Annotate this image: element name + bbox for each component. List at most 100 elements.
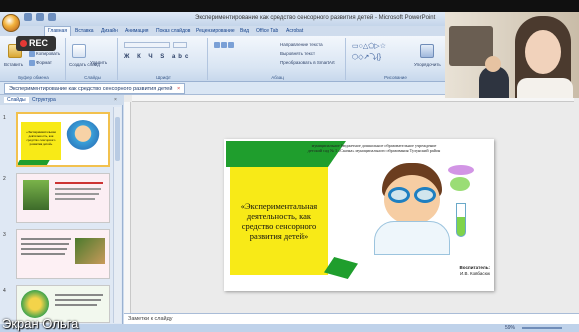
zoom-level[interactable]: 59% — [505, 325, 515, 331]
text-line — [21, 238, 71, 240]
pane-tabs: Слайды Структура × — [0, 95, 123, 105]
tab-view[interactable]: Вид — [240, 28, 249, 34]
tab-acrobat[interactable]: Acrobat — [286, 28, 303, 34]
thumbnail-title: «Экспериментальная деятельность, как сре… — [21, 122, 61, 160]
scientist-boy-illustration — [360, 163, 484, 255]
status-bar: 59% — [0, 324, 579, 332]
arrange-icon[interactable] — [420, 44, 434, 58]
new-slide-icon[interactable] — [72, 44, 86, 58]
window-title: Экспериментирование как средство сенсорн… — [195, 15, 436, 21]
close-tab-icon[interactable]: × — [177, 86, 180, 92]
thumbnail-slide-2[interactable] — [16, 173, 110, 223]
close-pane-icon[interactable]: × — [114, 97, 117, 103]
arrange-button[interactable]: Упорядочить — [414, 62, 441, 67]
tab-outline[interactable]: Структура — [32, 97, 56, 103]
participant-1-face — [485, 56, 501, 72]
recording-indicator: REC — [16, 36, 56, 51]
text-line — [21, 253, 65, 255]
align-text-button[interactable]: Выровнять текст — [280, 51, 315, 56]
font-family-select[interactable] — [124, 42, 170, 48]
paragraph-group: Направление текста Выровнять текст Преоб… — [210, 38, 346, 80]
record-dot-icon — [20, 40, 27, 47]
thumbnail-slide-3[interactable] — [16, 229, 110, 279]
text-line — [21, 243, 69, 245]
tab-slides[interactable]: Слайды — [4, 97, 29, 103]
bullets-icon — [214, 42, 220, 48]
lab-coat — [374, 221, 450, 255]
text-line — [55, 193, 99, 195]
copy-icon — [29, 51, 35, 57]
webcam-overlay — [445, 12, 579, 98]
tab-insert[interactable]: Вставка — [75, 28, 94, 34]
paste-button[interactable]: Вставить — [4, 62, 23, 67]
participant-2-face — [525, 30, 561, 74]
caregiver-name: И.В. Ковбасюк — [459, 271, 490, 276]
tab-home[interactable]: Главная — [44, 26, 72, 36]
tab-animation[interactable]: Анимация — [125, 28, 148, 34]
thumbnail-number: 2 — [3, 176, 6, 182]
slides-pane-scrollbar[interactable] — [113, 107, 121, 323]
thumbnail-number: 3 — [3, 232, 6, 238]
slide-header: муниципальное бюджетное дошкольное образ… — [294, 143, 454, 153]
text-line — [55, 188, 101, 190]
slides-pane: Слайды Структура × 1 «Экспериментальная … — [0, 95, 123, 324]
screen-owner-caption: Экран Ольга — [2, 316, 79, 331]
undo-icon[interactable] — [36, 13, 44, 21]
smartart-button[interactable]: Преобразовать в SmartArt — [280, 60, 335, 65]
indent-icon — [228, 42, 234, 48]
slide-editing-area: муниципальное бюджетное дошкольное образ… — [124, 95, 579, 313]
vertical-ruler — [124, 102, 131, 313]
redo-icon[interactable] — [48, 13, 56, 21]
notes-pane[interactable]: Заметки к слайду — [124, 313, 579, 324]
left-goggle — [388, 187, 410, 203]
shapes-gallery-row2[interactable]: ⬡◇↗⤵{} — [352, 52, 381, 62]
text-direction-button[interactable]: Направление текста — [280, 42, 323, 47]
text-line — [55, 198, 95, 200]
thumbnail-slide-1[interactable]: «Экспериментальная деятельность, как сре… — [16, 112, 110, 167]
copy-button[interactable]: Копировать — [29, 51, 60, 57]
text-line — [55, 182, 103, 184]
drawing-group-label: Рисование — [384, 75, 407, 80]
tab-office-tab[interactable]: Office Tab — [256, 28, 278, 34]
font-group-label: Шрифт — [156, 75, 171, 80]
test-tube — [456, 203, 466, 237]
scientist-boy-image — [66, 120, 100, 154]
font-size-select[interactable] — [173, 42, 187, 48]
tab-slideshow[interactable]: Показ слайдов — [156, 28, 190, 34]
font-style-buttons[interactable]: Ж К Ч S abc — [124, 54, 191, 60]
font-group: Ж К Ч S abc Шрифт — [120, 38, 208, 80]
document-tab-label: Экспериментирование как средство сенсорн… — [9, 86, 173, 92]
right-goggle — [414, 187, 436, 203]
scroll-thumb[interactable] — [115, 117, 120, 161]
text-line — [55, 294, 103, 296]
save-icon[interactable] — [24, 13, 32, 21]
notes-placeholder: Заметки к слайду — [128, 316, 173, 322]
slide-header-line2: детский сад № 1 «Сказка» муниципального … — [307, 148, 441, 153]
shapes-gallery[interactable]: ▭○△⬠▷☆ — [352, 42, 386, 50]
drawing-group: ▭○△⬠▷☆ ⬡◇↗⤵{} Упорядочить Рисование — [348, 38, 443, 80]
numbering-icon — [221, 42, 227, 48]
quick-access-toolbar — [24, 13, 56, 21]
tab-design[interactable]: Дизайн — [101, 28, 118, 34]
tab-review[interactable]: Рецензирование — [196, 28, 235, 34]
slides-group: Создать слайд Удалить Слайды — [68, 38, 118, 80]
paragraph-group-label: Абзац — [271, 75, 284, 80]
text-line — [21, 248, 67, 250]
current-slide[interactable]: муниципальное бюджетное дошкольное образ… — [224, 139, 494, 291]
green-stripe — [18, 160, 50, 165]
thumbnail-number: 4 — [3, 288, 6, 294]
list-buttons[interactable] — [214, 42, 235, 48]
delete-slide-button[interactable]: Удалить — [90, 60, 107, 65]
photo-image — [75, 238, 105, 264]
text-line — [55, 304, 97, 306]
brush-icon — [29, 60, 35, 66]
zoom-slider[interactable] — [522, 327, 562, 329]
participant-2-shirt — [517, 78, 573, 98]
picture-image — [21, 290, 49, 318]
slide-title[interactable]: «Экспериментальная деятельность, как сре… — [234, 201, 324, 241]
bubble-shape — [450, 177, 470, 191]
text-line — [55, 299, 101, 301]
document-tab[interactable]: Экспериментирование как средство сенсорн… — [4, 83, 186, 94]
format-painter-button[interactable]: Формат — [29, 60, 52, 66]
caregiver-block: Воспитатель: И.В. Ковбасюк — [432, 265, 490, 277]
